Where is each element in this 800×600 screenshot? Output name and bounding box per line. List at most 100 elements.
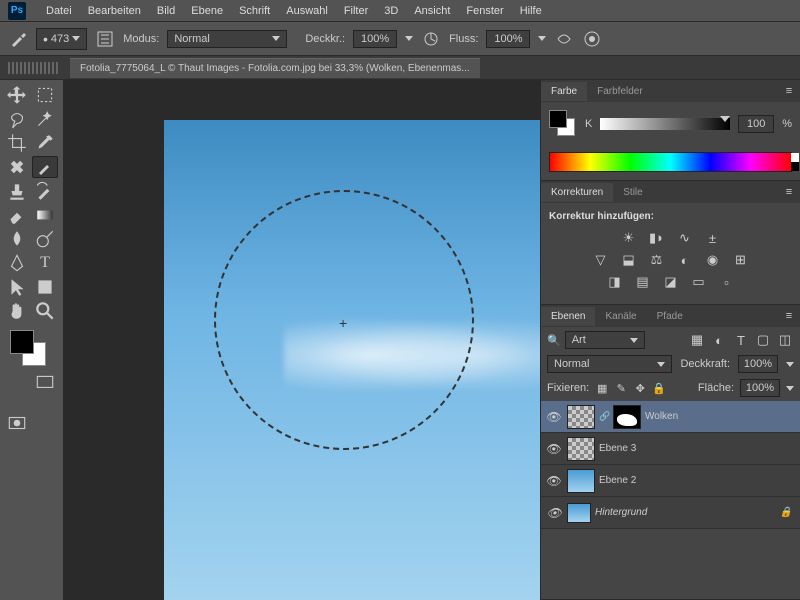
- visibility-toggle-icon[interactable]: 👁: [545, 474, 563, 488]
- opacity-input[interactable]: 100%: [353, 30, 397, 48]
- airbrush-icon[interactable]: [554, 29, 574, 49]
- k-value-input[interactable]: 100: [738, 115, 774, 133]
- menu-3d[interactable]: 3D: [376, 5, 406, 17]
- tab-farbe[interactable]: Farbe: [541, 82, 587, 101]
- flow-input[interactable]: 100%: [486, 30, 530, 48]
- levels-icon[interactable]: ▮◗: [648, 230, 666, 246]
- selective-color-icon[interactable]: ▫: [718, 274, 736, 290]
- brush-tool-icon[interactable]: [32, 156, 58, 178]
- filter-smart-icon[interactable]: ◫: [776, 332, 794, 348]
- gradient-tool-icon[interactable]: [32, 204, 58, 226]
- menu-bild[interactable]: Bild: [149, 5, 183, 17]
- menu-schrift[interactable]: Schrift: [231, 5, 278, 17]
- brush-panel-toggle-icon[interactable]: [95, 29, 115, 49]
- filter-type-icon[interactable]: T: [732, 332, 750, 348]
- document-tab[interactable]: Fotolia_7775064_L © Thaut Images - Fotol…: [70, 58, 480, 78]
- color-swatches[interactable]: [10, 330, 50, 370]
- layer-row[interactable]: 👁 Hintergrund 🔒: [541, 497, 800, 529]
- layer-row[interactable]: 👁 🔗 Wolken: [541, 401, 800, 433]
- color-spectrum[interactable]: [549, 152, 792, 172]
- menu-fenster[interactable]: Fenster: [458, 5, 511, 17]
- posterize-icon[interactable]: ▤: [634, 274, 652, 290]
- lock-transparency-icon[interactable]: ▦: [595, 381, 609, 395]
- layer-name[interactable]: Ebene 3: [599, 443, 796, 454]
- tab-pfade[interactable]: Pfade: [647, 307, 693, 326]
- bw-icon[interactable]: ◐: [676, 252, 694, 268]
- canvas-area[interactable]: +: [64, 80, 540, 600]
- pressure-size-icon[interactable]: [582, 29, 602, 49]
- mask-link-icon[interactable]: 🔗: [599, 411, 609, 422]
- layer-blend-dropdown[interactable]: Normal: [547, 355, 672, 373]
- visibility-toggle-icon[interactable]: 👁: [545, 506, 563, 520]
- document-canvas[interactable]: +: [164, 120, 540, 600]
- exposure-icon[interactable]: ±: [704, 230, 722, 246]
- pressure-opacity-icon[interactable]: [421, 29, 441, 49]
- invert-icon[interactable]: ◨: [606, 274, 624, 290]
- vibrance-icon[interactable]: ▽: [592, 252, 610, 268]
- panel-menu-icon[interactable]: ≡: [782, 309, 796, 323]
- filter-pixel-icon[interactable]: ▦: [688, 332, 706, 348]
- history-brush-tool-icon[interactable]: [32, 180, 58, 202]
- menu-datei[interactable]: Datei: [38, 5, 80, 17]
- gradient-map-icon[interactable]: ▭: [690, 274, 708, 290]
- opacity-dropdown[interactable]: [786, 362, 794, 367]
- fill-input[interactable]: 100%: [740, 379, 780, 397]
- visibility-toggle-icon[interactable]: 👁: [545, 410, 563, 424]
- layer-thumbnail[interactable]: [567, 503, 591, 523]
- brush-tool-icon[interactable]: [8, 29, 28, 49]
- layer-thumbnail[interactable]: [567, 469, 595, 493]
- panel-menu-icon[interactable]: ≡: [782, 185, 796, 199]
- flow-dropdown[interactable]: [538, 36, 546, 41]
- eraser-tool-icon[interactable]: [4, 204, 30, 226]
- path-select-tool-icon[interactable]: [4, 276, 30, 298]
- blend-mode-dropdown[interactable]: Normal: [167, 30, 287, 48]
- mixer-icon[interactable]: ⊞: [732, 252, 750, 268]
- photo-filter-icon[interactable]: ◉: [704, 252, 722, 268]
- brush-preset-picker[interactable]: • 473: [36, 28, 87, 50]
- lock-pixels-icon[interactable]: ✎: [614, 381, 628, 395]
- curves-icon[interactable]: ∿: [676, 230, 694, 246]
- opacity-dropdown[interactable]: [405, 36, 413, 41]
- blur-tool-icon[interactable]: [4, 228, 30, 250]
- layer-name[interactable]: Wolken: [645, 411, 796, 422]
- tab-ebenen[interactable]: Ebenen: [541, 307, 595, 326]
- menu-ebene[interactable]: Ebene: [183, 5, 231, 17]
- screen-mode-icon[interactable]: [32, 372, 58, 394]
- fill-dropdown[interactable]: [786, 386, 794, 391]
- balance-icon[interactable]: ⚖: [648, 252, 666, 268]
- tab-farbfelder[interactable]: Farbfelder: [587, 82, 653, 101]
- tab-korrekturen[interactable]: Korrekturen: [541, 183, 613, 202]
- layer-name[interactable]: Ebene 2: [599, 475, 796, 486]
- quick-mask-icon[interactable]: [4, 412, 30, 434]
- layer-name[interactable]: Hintergrund: [595, 507, 776, 518]
- magic-wand-tool-icon[interactable]: [32, 108, 58, 130]
- marquee-tool-icon[interactable]: [32, 84, 58, 106]
- k-slider[interactable]: [600, 118, 730, 130]
- zoom-tool-icon[interactable]: [32, 300, 58, 322]
- lock-all-icon[interactable]: 🔒: [652, 381, 666, 395]
- panel-color-swatch[interactable]: [549, 110, 577, 138]
- shape-tool-icon[interactable]: [32, 276, 58, 298]
- layer-opacity-input[interactable]: 100%: [738, 355, 778, 373]
- layer-thumbnail[interactable]: [567, 437, 595, 461]
- foreground-color-swatch[interactable]: [10, 330, 34, 354]
- layer-thumbnail[interactable]: [567, 405, 595, 429]
- layer-row[interactable]: 👁 Ebene 2: [541, 465, 800, 497]
- hand-tool-icon[interactable]: [4, 300, 30, 322]
- threshold-icon[interactable]: ◪: [662, 274, 680, 290]
- menu-hilfe[interactable]: Hilfe: [512, 5, 550, 17]
- filter-adjust-icon[interactable]: ◐: [710, 332, 728, 348]
- menu-bearbeiten[interactable]: Bearbeiten: [80, 5, 149, 17]
- menu-ansicht[interactable]: Ansicht: [406, 5, 458, 17]
- healing-tool-icon[interactable]: [4, 156, 30, 178]
- lock-position-icon[interactable]: ✥: [633, 381, 647, 395]
- move-tool-icon[interactable]: [4, 84, 30, 106]
- layer-row[interactable]: 👁 Ebene 3: [541, 433, 800, 465]
- mask-thumbnail[interactable]: [613, 405, 641, 429]
- menu-filter[interactable]: Filter: [336, 5, 376, 17]
- hue-icon[interactable]: ⬓: [620, 252, 638, 268]
- type-tool-icon[interactable]: T: [32, 252, 58, 274]
- tab-kanaele[interactable]: Kanäle: [595, 307, 646, 326]
- filter-shape-icon[interactable]: ▢: [754, 332, 772, 348]
- eyedropper-tool-icon[interactable]: [32, 132, 58, 154]
